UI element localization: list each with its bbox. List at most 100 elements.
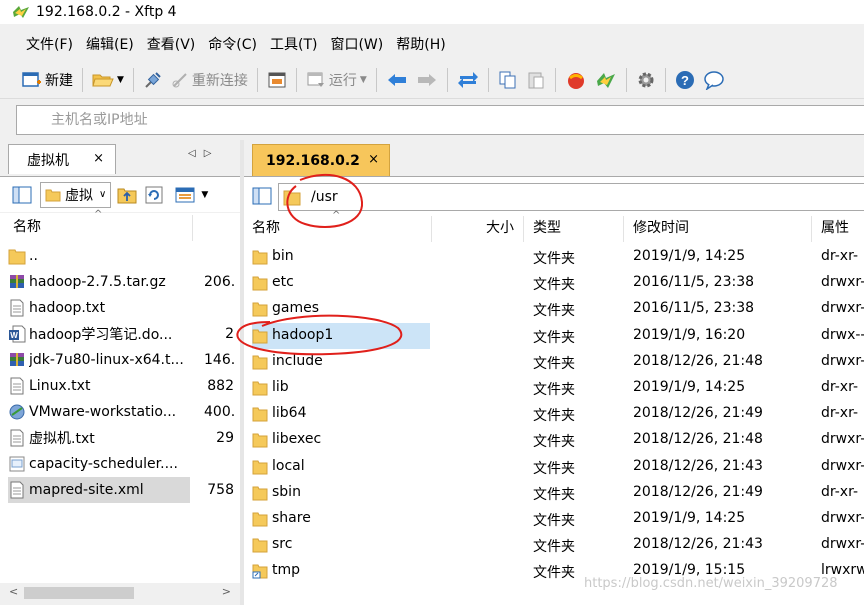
local-horizontal-scrollbar[interactable]: < > [4,584,236,602]
list-item[interactable]: capacity-scheduler.... [8,451,236,477]
file-type: 文件夹 [533,539,575,556]
help-button[interactable]: ? [671,66,699,94]
tab-local[interactable]: 虚拟机 × [8,144,116,174]
pane-layout-icon[interactable] [12,185,32,205]
back-button[interactable] [382,66,412,94]
scroll-right-arrow-icon[interactable]: > [222,585,231,598]
table-row[interactable]: share 文件夹 2019/1/9, 14:25 drwxr- [252,506,864,532]
table-row[interactable]: hadoop1 文件夹 2019/1/9, 16:20 drwx-- [252,322,864,349]
copy-button[interactable] [494,66,522,94]
file-name: hadoop-2.7.5.tar.gz [29,274,166,290]
file-type: 文件夹 [533,329,575,346]
menu-help[interactable]: 帮助(H) [396,34,445,54]
connect-button[interactable] [139,66,167,94]
new-session-button[interactable]: 新建 [18,66,77,94]
reconnect-icon [172,73,187,88]
reconnect-button[interactable]: 重新连接 [167,66,252,94]
file-attributes: dr-xr- [821,379,858,395]
text-file-icon [8,299,26,317]
file-type: 文件夹 [533,355,575,372]
xftp-button[interactable] [591,66,621,94]
refresh-icon[interactable] [145,186,163,204]
list-item[interactable]: Whadoop学习笔记.do... 2 [8,321,236,347]
menu-tools[interactable]: 工具(T) [270,34,317,54]
column-attributes[interactable]: 属性 [821,214,849,242]
xshell-button[interactable] [561,66,591,94]
list-item[interactable]: Linux.txt 882 [8,373,236,399]
file-modified-time: 2016/11/5, 23:38 [633,274,755,291]
folder-file-icon [8,247,26,265]
tab-remote-label: 192.168.0.2 [266,152,360,169]
paste-button[interactable] [522,66,550,94]
file-name: bin [272,248,294,264]
column-modified[interactable]: 修改时间 [633,214,689,242]
local-path-select[interactable]: 虚拟 ∨ [40,181,112,208]
scroll-left-arrow-icon[interactable]: < [9,585,18,598]
table-row[interactable]: bin 文件夹 2019/1/9, 14:25 dr-xr- [252,244,864,270]
chat-button[interactable] [699,66,729,94]
table-row[interactable]: local 文件夹 2018/12/26, 21:43 drwxr- [252,454,864,480]
arrow-right-icon [417,74,436,86]
toolbar-separator [375,68,377,92]
file-modified-time: 2019/1/9, 14:25 [633,379,746,395]
file-attributes: drwxr- [821,300,864,317]
file-name: etc [272,274,294,291]
column-divider [623,216,624,242]
table-row[interactable]: libexec 文件夹 2018/12/26, 21:48 drwxr- [252,427,864,453]
toolbar-separator [132,68,134,92]
column-name[interactable]: 名称 [252,214,280,242]
folder-up-icon[interactable] [117,186,137,204]
folder-icon [252,511,268,531]
tab-scroll-arrows[interactable]: ◁▷ [188,148,219,159]
file-name: mapred-site.xml [29,482,144,498]
menu-edit[interactable]: 编辑(E) [86,34,134,54]
properties-button[interactable] [263,66,291,94]
toolbar-separator [625,68,627,92]
file-name: capacity-scheduler.... [29,456,178,472]
close-icon[interactable]: × [93,151,104,166]
menu-view[interactable]: 查看(V) [147,34,196,54]
run-button[interactable]: 运行 ▼ [302,66,371,94]
table-row[interactable]: etc 文件夹 2016/11/5, 23:38 drwxr- [252,270,864,296]
folder-icon [252,432,268,452]
scrollbar-thumb[interactable] [24,587,134,599]
list-item[interactable]: hadoop-2.7.5.tar.gz 206. [8,269,236,295]
chevron-down-icon[interactable]: ▼ [201,190,208,200]
close-icon[interactable]: × [368,152,379,167]
table-row[interactable]: lib 文件夹 2019/1/9, 14:25 dr-xr- [252,375,864,401]
column-name[interactable]: 名称 [13,213,41,241]
folder-icon [252,301,268,321]
settings-button[interactable] [632,66,660,94]
table-row[interactable]: lib64 文件夹 2018/12/26, 21:49 dr-xr- [252,401,864,427]
view-mode-icon[interactable] [175,186,197,204]
list-item[interactable]: VMware-workstatio... 400. [8,399,236,425]
file-type: 文件夹 [533,565,575,582]
toolbar-separator [82,68,83,92]
list-item[interactable]: hadoop.txt [8,295,236,321]
local-file-list: 名称 ^ .. hadoop-2.7.5.tar.gz 206. hadoop.txt… [0,209,240,583]
pane-layout-icon[interactable] [252,186,272,206]
table-row[interactable]: include 文件夹 2018/12/26, 21:48 drwxr- [252,349,864,375]
host-address-input[interactable]: 主机名或IP地址 [16,105,864,135]
list-item[interactable]: .. [8,243,236,269]
table-row[interactable]: src 文件夹 2018/12/26, 21:43 drwxr- [252,532,864,558]
column-type[interactable]: 类型 [533,214,561,242]
open-folder-button[interactable]: ▼ [88,66,128,94]
list-item[interactable]: 虚拟机.txt 29 [8,425,236,451]
transfer-button[interactable] [453,66,483,94]
remote-path-input[interactable]: /usr [278,183,864,211]
menu-file[interactable]: 文件(F) [26,34,73,54]
tab-remote-session[interactable]: 192.168.0.2 × [252,144,390,176]
folder-icon [45,189,61,201]
list-item[interactable]: jdk-7u80-linux-x64.t... 146. [8,347,236,373]
column-divider [192,215,193,241]
file-name: libexec [272,431,322,448]
table-row[interactable]: sbin 文件夹 2018/12/26, 21:49 dr-xr- [252,480,864,506]
column-size[interactable]: 大小 [486,214,514,242]
list-item[interactable]: mapred-site.xml 758 [8,477,234,503]
menu-window[interactable]: 窗口(W) [330,34,383,54]
forward-button[interactable] [412,66,442,94]
file-name: hadoop.txt [29,300,106,316]
menu-command[interactable]: 命令(C) [208,34,257,54]
table-row[interactable]: games 文件夹 2016/11/5, 23:38 drwxr- [252,296,864,322]
